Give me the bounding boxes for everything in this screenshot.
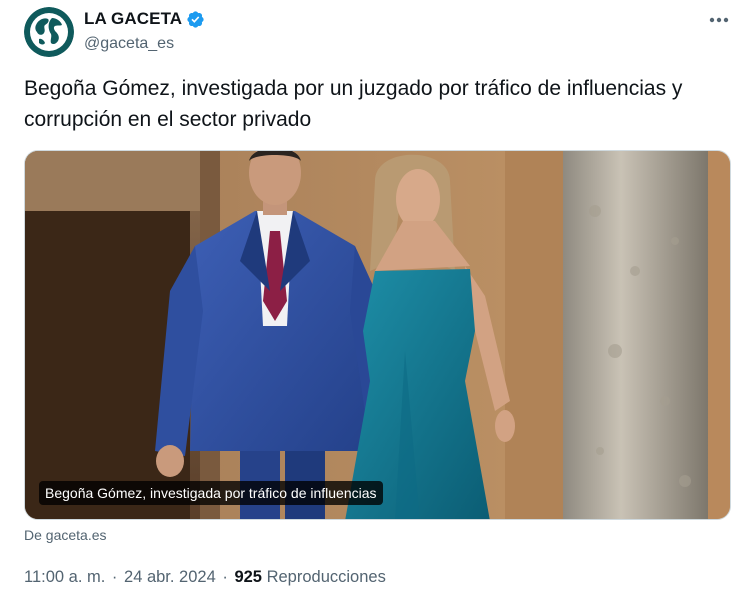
verified-badge-icon [186,10,205,29]
tweet-meta: 11:00 a. m. · 24 abr. 2024 · 925 Reprodu… [24,568,386,587]
tweet-date[interactable]: 24 abr. 2024 [124,568,216,586]
avatar[interactable] [24,7,74,57]
globe-icon [24,7,74,57]
more-options-icon[interactable] [708,10,730,30]
views-label: Reproducciones [266,568,386,586]
author-name[interactable]: LA GACETA [84,9,182,29]
tweet-text: Begoña Gómez, investigada por un juzgado… [24,77,683,131]
media-caption: Begoña Gómez, investigada por tráfico de… [39,481,383,505]
views-count: 925 [234,568,262,586]
link-card-image[interactable]: Begoña Gómez, investigada por tráfico de… [24,150,731,520]
author-name-row[interactable]: LA GACETA [84,9,205,29]
meta-separator: · [111,568,118,586]
link-source[interactable]: De gaceta.es [24,527,107,543]
news-photo [25,151,730,519]
tweet-card: LA GACETA @gaceta_es Begoña Gómez, inves… [0,0,756,593]
author-handle[interactable]: @gaceta_es [84,35,174,53]
tweet-time[interactable]: 11:00 a. m. [24,568,105,586]
meta-separator: · [222,568,228,586]
